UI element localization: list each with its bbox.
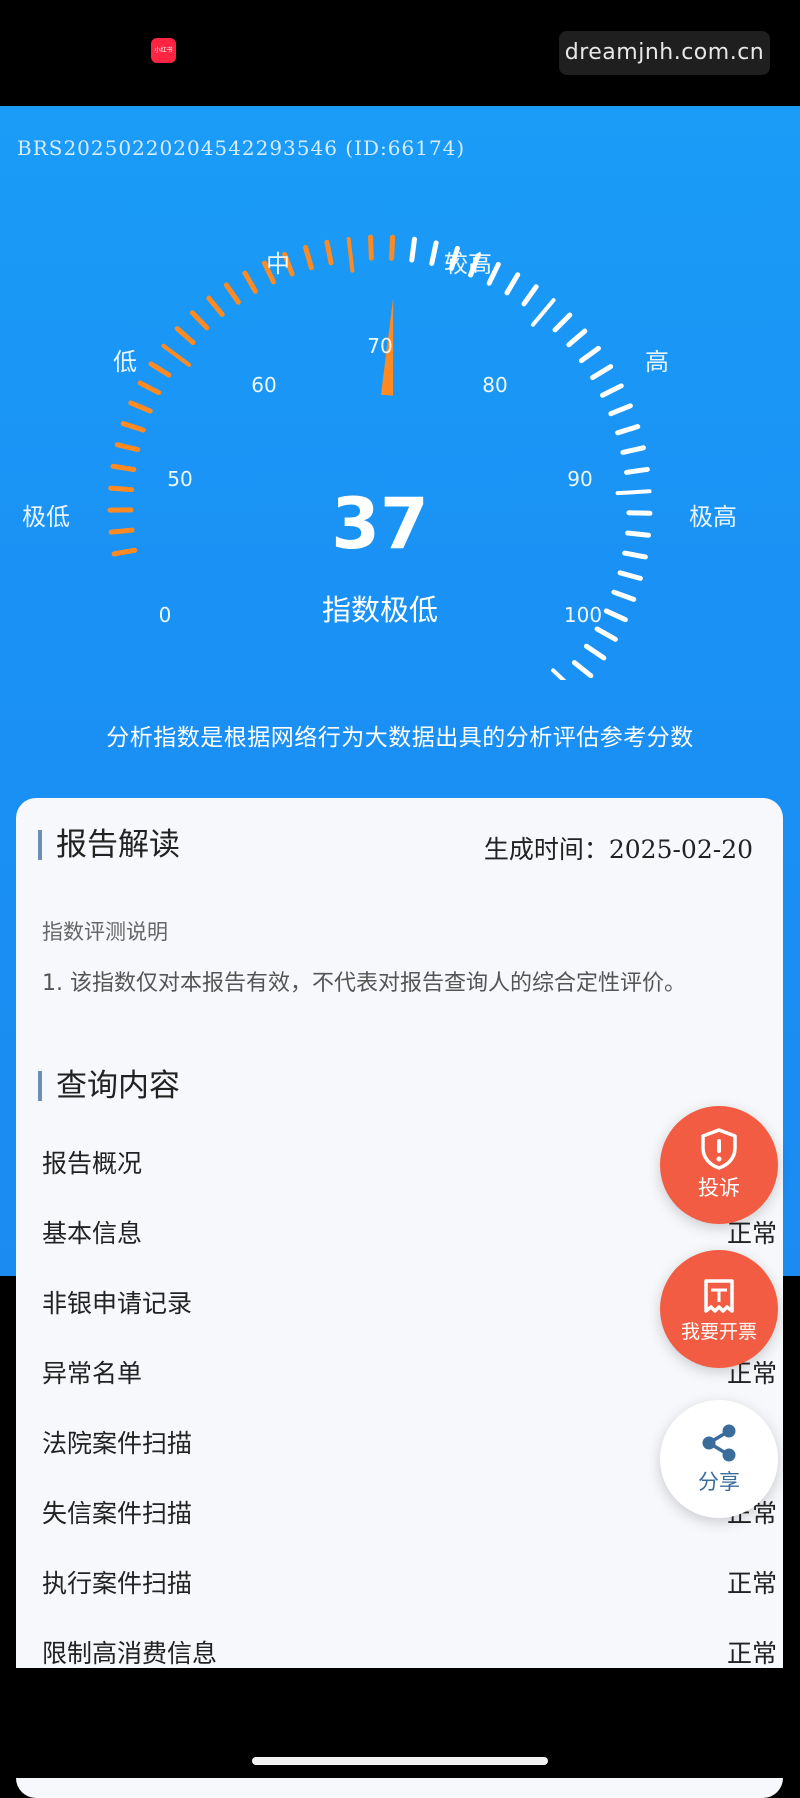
scale-label-60: 60 (251, 373, 276, 397)
complaint-label: 投诉 (698, 1172, 740, 1202)
score-gauge: 0 50 60 70 80 90 100 极低 低 中 较高 高 极高 37 指… (0, 200, 800, 680)
gauge-tick (131, 403, 150, 411)
share-button[interactable]: 分享 (660, 1400, 778, 1518)
gauge-tick (245, 273, 256, 291)
app-badge-icon: 小红书 (151, 38, 176, 63)
gauge-tick (574, 663, 590, 676)
report-id: BRS20250220204542293546 (ID:66174) (17, 136, 465, 160)
gauge-tick (392, 237, 393, 258)
score-level-text: 指数极低 (322, 593, 438, 627)
scale-label-50: 50 (167, 467, 192, 491)
gauge-tick (524, 287, 536, 304)
gauge-tick (349, 239, 353, 271)
shield-alert-icon (699, 1128, 739, 1170)
index-explanation-text: 1. 该指数仅对本报告有效，不代表对报告查询人的综合定性评价。 (42, 964, 757, 1004)
gauge-tick (192, 313, 207, 328)
gauge-tick (371, 237, 372, 258)
row-label: 限制高消费信息 (42, 1634, 217, 1670)
scale-label-70: 70 (367, 334, 392, 358)
row-label: 失信案件扫描 (42, 1494, 192, 1530)
complaint-button[interactable]: 投诉 (660, 1106, 778, 1224)
gauge-tick (163, 346, 189, 365)
gauge-tick (140, 383, 159, 393)
gauge-tick (618, 427, 638, 433)
gauge-tick (306, 247, 312, 267)
scale-label-0: 0 (159, 603, 172, 627)
gauge-tick (177, 329, 193, 343)
gauge-tick (412, 239, 415, 260)
scale-label-90: 90 (567, 467, 592, 491)
gauge-tick (581, 348, 598, 360)
gauge-tick (111, 488, 132, 489)
gauge-tick (209, 298, 222, 314)
gauge-tick (114, 550, 135, 554)
gauge-tick (603, 386, 622, 395)
gauge-tick (151, 364, 169, 375)
receipt-icon (699, 1275, 739, 1315)
scale-label-80: 80 (482, 373, 507, 397)
row-label: 报告概况 (42, 1144, 142, 1180)
gauge-tick (628, 533, 649, 535)
share-icon (698, 1422, 740, 1464)
gauge-tick (586, 646, 603, 658)
gauge-tick (123, 424, 143, 430)
gauge-tick (117, 445, 137, 450)
gauge-tick (593, 367, 611, 378)
query-row-abnormal-list[interactable]: 异常名单 正常 (42, 1354, 777, 1394)
scale-label-100: 100 (564, 603, 602, 627)
gauge-tick (620, 573, 640, 579)
generation-time-value: 2025-02-20 (609, 835, 753, 864)
watermark-label: dreamjnh.com.cn (559, 31, 770, 75)
zone-label-high: 高 (645, 348, 669, 376)
invoice-label: 我要开票 (681, 1317, 757, 1344)
query-row-basic-info[interactable]: 基本信息 正常 (42, 1214, 777, 1254)
row-label: 法院案件扫描 (42, 1424, 192, 1460)
generation-time: 生成时间：2025-02-20 (484, 830, 753, 866)
gauge-tick (226, 285, 238, 302)
row-label: 非银申请记录 (42, 1284, 192, 1320)
gauge-tick (569, 331, 585, 345)
gauge-tick (606, 611, 625, 620)
zone-label-low: 低 (113, 348, 137, 376)
report-interpretation-title: 报告解读 (38, 830, 180, 860)
row-label: 执行案件扫描 (42, 1564, 192, 1600)
query-row-execution-cases[interactable]: 执行案件扫描 正常 (42, 1564, 777, 1604)
generation-time-label: 生成时间： (484, 835, 609, 864)
zone-label-very-high: 极高 (689, 503, 737, 531)
gauge-tick (553, 670, 576, 680)
gauge-tick (623, 448, 643, 453)
row-status: 正常 (727, 1564, 777, 1600)
query-row-dishonest-cases[interactable]: 失信案件扫描 正常 (42, 1494, 777, 1534)
home-indicator[interactable] (252, 1757, 548, 1765)
index-explanation-heading: 指数评测说明 (42, 916, 168, 946)
score-value: 37 (331, 483, 428, 565)
gauge-tick (627, 469, 648, 472)
row-status: 正常 (727, 1634, 777, 1670)
zone-label-medium: 中 (266, 250, 290, 278)
score-notice: 分析指数是根据网络行为大数据出具的分析评估参考分数 (0, 718, 800, 752)
gauge-tick (614, 592, 634, 599)
gauge-tick (507, 275, 518, 293)
gauge-tick (113, 466, 134, 469)
row-label: 基本信息 (42, 1214, 142, 1250)
invoice-button[interactable]: 我要开票 (660, 1250, 778, 1368)
gauge-tick (597, 629, 615, 639)
query-content-title: 查询内容 (38, 1071, 180, 1101)
gauge-tick (533, 300, 554, 325)
gauge-tick (618, 491, 650, 493)
zone-label-high-medium: 较高 (444, 250, 492, 278)
gauge-tick (111, 530, 132, 532)
gauge-tick (555, 315, 570, 330)
share-label: 分享 (698, 1466, 740, 1496)
row-label: 异常名单 (42, 1354, 142, 1390)
gauge-tick (432, 243, 436, 264)
gauge-tick (611, 406, 630, 414)
gauge-tick (625, 553, 646, 557)
top-bar: 小红书 dreamjnh.com.cn (0, 0, 800, 106)
zone-label-very-low: 极低 (22, 503, 70, 531)
gauge-tick (327, 242, 331, 263)
